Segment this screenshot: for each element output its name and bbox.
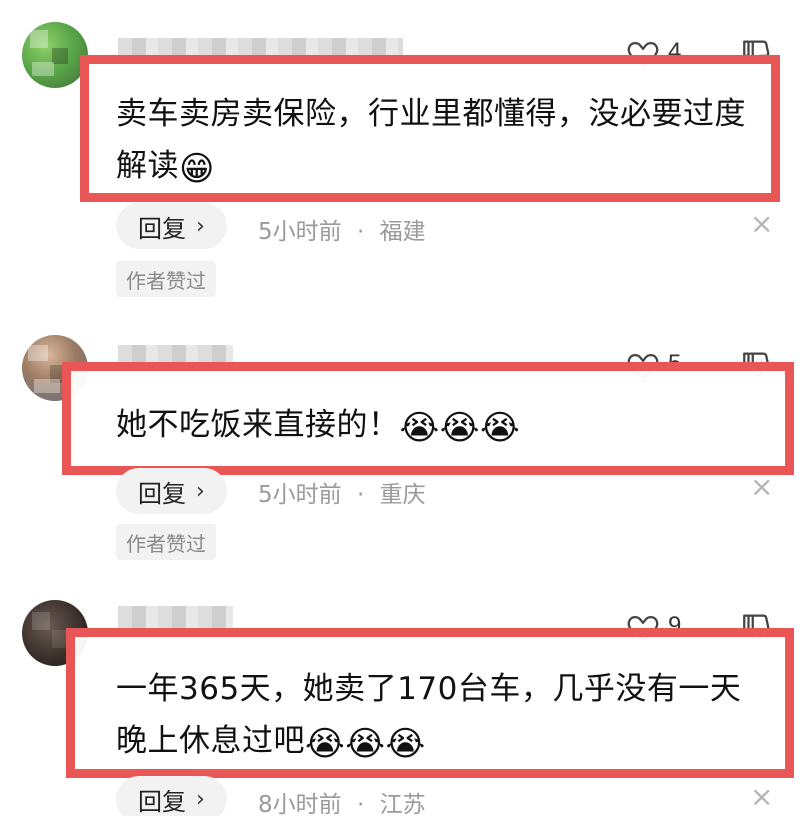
comment-line-2-text: 解读 [116, 148, 179, 184]
comment-time: 8小时前 [258, 792, 342, 816]
comment-line-1-text: 她不吃饭来直接的！ [116, 407, 400, 443]
close-icon[interactable]: × [750, 470, 773, 503]
reply-label: 回复 [138, 214, 186, 243]
comment-location: 福建 [379, 219, 426, 245]
reply-label: 回复 [138, 787, 186, 816]
chevron-right-icon: › [196, 786, 205, 812]
comment-text: 她不吃饭来直接的！😭😭😭 [116, 399, 520, 454]
chevron-right-icon: › [196, 213, 205, 239]
grin-emoji-icon: 😁 [179, 149, 215, 189]
reply-button[interactable]: 回复 › [116, 468, 227, 514]
comment-line-1: 一年365天，她卖了170台车，几乎没有一天 [116, 671, 742, 707]
reply-button[interactable]: 回复 › [116, 203, 227, 249]
crying-laughing-emoji-icon: 😭😭😭 [305, 724, 426, 764]
comment-line-1: 她不吃饭来直接的！😭😭😭 [116, 399, 520, 454]
comment-meta: 8小时前 · 江苏 [258, 785, 426, 816]
reply-label: 回复 [138, 479, 186, 508]
meta-separator: · [356, 482, 365, 508]
close-icon[interactable]: × [750, 780, 773, 813]
comment-time: 5小时前 [258, 482, 342, 508]
meta-separator: · [356, 792, 365, 816]
comment-line-1: 卖车卖房卖保险，行业里都懂得，没必要过度 [116, 96, 746, 132]
comment-text: 一年365天，她卖了170台车，几乎没有一天 晚上休息过吧😭😭😭 [116, 663, 741, 770]
meta-separator: · [356, 219, 365, 245]
chevron-right-icon: › [196, 478, 205, 504]
reply-button[interactable]: 回复 › [116, 776, 227, 816]
comment-line-2: 解读😁 [116, 140, 746, 195]
author-liked-badge: 作者赞过 [116, 524, 216, 560]
author-liked-badge: 作者赞过 [116, 261, 216, 297]
avatar[interactable] [22, 22, 88, 88]
comment-location: 重庆 [379, 482, 426, 508]
comment-meta: 5小时前 · 福建 [258, 212, 426, 246]
comment-location: 江苏 [379, 792, 426, 816]
comment-time: 5小时前 [258, 219, 342, 245]
crying-laughing-emoji-icon: 😭😭😭 [399, 408, 521, 448]
comment-line-2: 晚上休息过吧😭😭😭 [116, 715, 741, 770]
comment-text: 卖车卖房卖保险，行业里都懂得，没必要过度 解读😁 [116, 88, 746, 195]
comment-line-2-text: 晚上休息过吧 [116, 723, 305, 759]
comment-meta: 5小时前 · 重庆 [258, 475, 426, 509]
comments-screenshot: 4 卖车卖房卖保险，行业里都懂得，没必要过度 解读😁 回复 › 5小时前 · 福建… [0, 0, 809, 816]
close-icon[interactable]: × [750, 207, 773, 240]
